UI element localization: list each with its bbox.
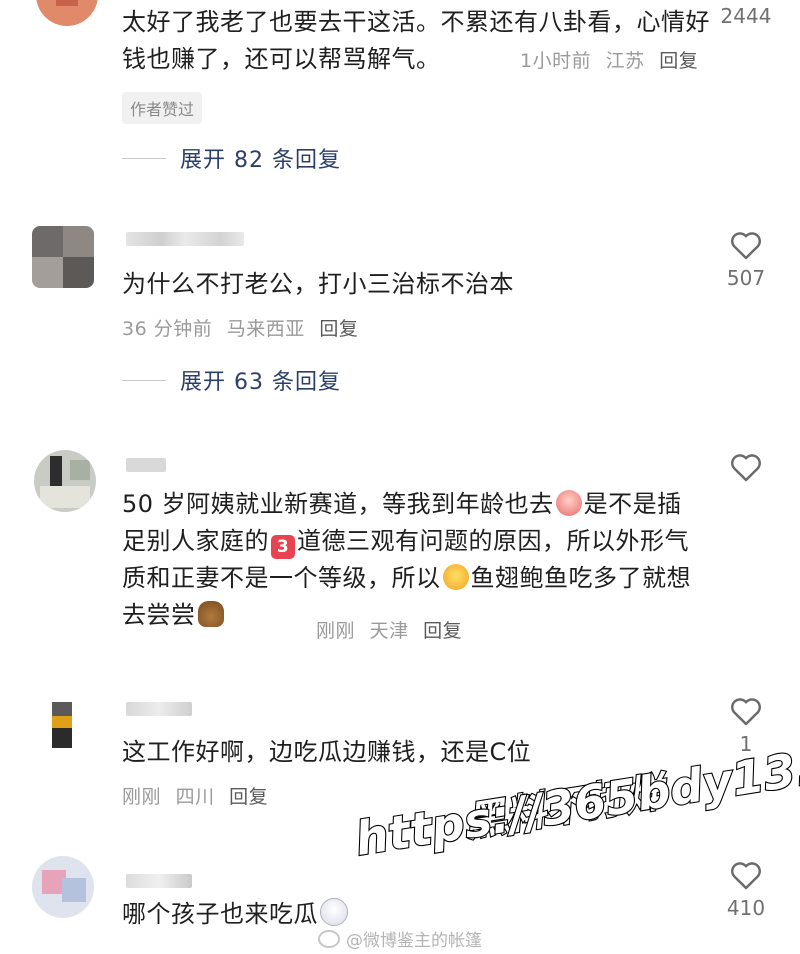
avatar[interactable] <box>34 694 96 756</box>
username-blurred[interactable] <box>126 458 166 472</box>
expand-replies-label: 展开 82 条回复 <box>180 148 341 173</box>
author-liked-badge: 作者赞过 <box>122 92 203 124</box>
avatar[interactable] <box>32 226 94 288</box>
like-count: 410 <box>726 896 766 920</box>
heart-icon[interactable] <box>729 452 763 482</box>
heart-icon[interactable] <box>729 230 763 260</box>
avatar[interactable] <box>36 0 98 26</box>
divider <box>122 379 166 381</box>
like-count: 2444 <box>720 4 772 28</box>
comment-time: 刚刚 <box>122 786 162 808</box>
heart-icon[interactable] <box>729 860 763 890</box>
comment-meta: 刚刚 天津 回复 <box>316 616 470 643</box>
weibo-logo-icon <box>318 929 340 948</box>
comment-time: 36 分钟前 <box>122 318 213 340</box>
reply-button[interactable]: 回复 <box>229 786 268 808</box>
divider <box>122 157 166 159</box>
comment-text: 50 岁阿姨就业新赛道，等我到年龄也去 是不是插足别人家庭的 3 道德三观有问题的原因… <box>122 490 691 629</box>
comment-text: 这工作好啊，边吃瓜边赚钱，还是C位 <box>122 738 532 766</box>
comment-meta: 1小时前 江苏 回复 <box>520 46 706 73</box>
smirk-face-icon <box>442 564 469 590</box>
crying-clown-icon <box>320 898 348 926</box>
expand-replies-label: 展开 63 条回复 <box>180 370 341 395</box>
username-blurred[interactable] <box>126 702 192 716</box>
like-area[interactable]: 2444 <box>716 4 776 28</box>
comment-time: 1小时前 <box>520 50 592 72</box>
username-blurred[interactable] <box>126 874 192 888</box>
comment-meta: 刚刚 四川 回复 <box>122 782 276 809</box>
comment-time: 刚刚 <box>316 620 356 642</box>
comment-location: 马来西亚 <box>226 318 305 340</box>
comment-location: 江苏 <box>605 50 645 72</box>
comment-location: 天津 <box>369 620 409 642</box>
crying-face-icon <box>555 490 582 516</box>
comment-text: 为什么不打老公，打小三治标不治本 <box>122 270 514 298</box>
comment-meta: 36 分钟前 马来西亚 回复 <box>122 314 366 341</box>
weibo-credit: @微博鉴主的帐篷 <box>318 926 482 951</box>
like-area[interactable] <box>716 452 776 488</box>
avatar[interactable] <box>32 856 94 918</box>
like-count: 507 <box>726 266 766 290</box>
reply-button[interactable]: 回复 <box>659 50 698 72</box>
keycap-3-icon: 3 <box>271 535 295 559</box>
username-blurred[interactable] <box>126 232 244 246</box>
heart-icon[interactable] <box>729 696 763 726</box>
expand-replies-button[interactable]: 展开 82 条回复 <box>122 142 341 174</box>
reply-button[interactable]: 回复 <box>319 318 358 340</box>
comment-location: 四川 <box>175 786 215 808</box>
poop-icon <box>197 601 224 627</box>
expand-replies-button[interactable]: 展开 63 条回复 <box>122 364 341 396</box>
like-area[interactable]: 507 <box>716 230 776 290</box>
reply-button[interactable]: 回复 <box>423 620 462 642</box>
avatar[interactable] <box>34 450 96 512</box>
like-area[interactable]: 410 <box>716 860 776 920</box>
